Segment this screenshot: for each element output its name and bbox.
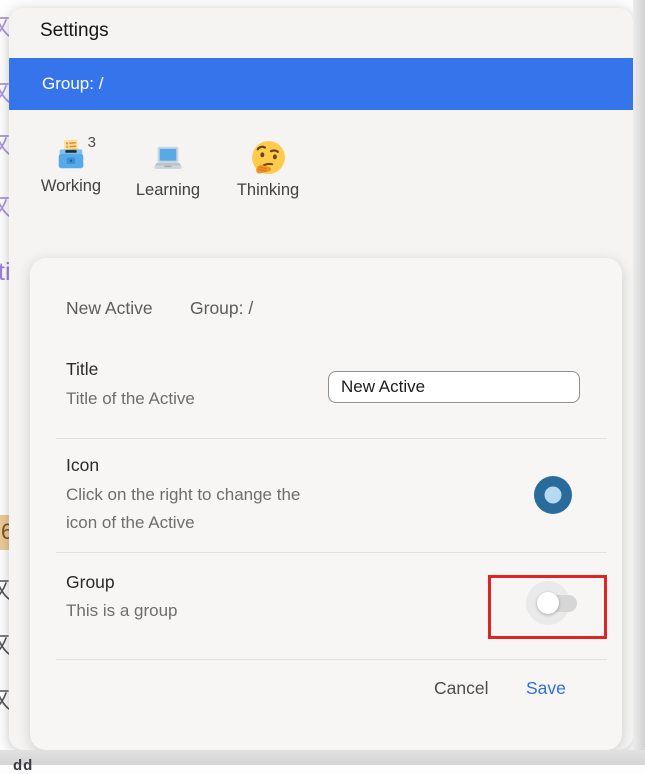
cjk-glyph-icon — [0, 132, 9, 156]
save-button[interactable]: Save — [526, 678, 566, 699]
divider — [56, 552, 607, 553]
cjk-glyph-icon — [0, 632, 9, 656]
ballot-box-emoji-icon: 3 — [54, 134, 96, 172]
cjk-glyph-icon — [0, 80, 9, 104]
radio-button-icon[interactable] — [533, 475, 573, 515]
dialog-title: New Active — [66, 298, 153, 318]
cjk-glyph-icon — [0, 194, 9, 218]
title-field-description: Title of the Active — [66, 389, 195, 408]
edit-active-dialog: New Active Group: / Title Title of the A… — [30, 258, 622, 750]
icon-field-description: Click on the right to change the icon of… — [66, 485, 301, 532]
divider — [56, 659, 607, 660]
red-highlight-annotation — [488, 575, 607, 639]
cjk-glyph-icon — [0, 577, 9, 601]
dimmed-page-bottom — [0, 750, 645, 765]
cjk-glyph-icon — [0, 14, 9, 38]
active-label: Working — [40, 177, 102, 195]
active-item-thinking[interactable]: Thinking — [235, 139, 301, 200]
cancel-button[interactable]: Cancel — [434, 678, 488, 699]
thinking-face-emoji-icon — [250, 139, 287, 176]
cjk-glyph-icon — [0, 687, 9, 711]
laptop-emoji-icon — [151, 142, 185, 176]
title-input[interactable] — [328, 371, 580, 403]
divider — [56, 438, 607, 439]
dimmed-page-edge — [633, 0, 645, 765]
active-item-learning[interactable]: Learning — [135, 142, 201, 200]
settings-panel: Settings Group: / 3 Working Learning Thi… — [9, 8, 633, 750]
group-field-label: Group — [66, 572, 115, 592]
title-field-label: Title — [66, 359, 99, 379]
clipped-bottom-text: dd — [13, 757, 34, 774]
active-item-working[interactable]: 3 Working — [38, 134, 104, 196]
page-title: Settings — [40, 20, 109, 41]
working-count-badge: 3 — [87, 134, 96, 151]
group-field-description: This is a group — [66, 601, 178, 620]
group-bar-label: Group: / — [42, 74, 104, 93]
icon-field-label: Icon — [66, 455, 100, 475]
dialog-group-label: Group: / — [190, 298, 254, 318]
active-label: Learning — [135, 181, 201, 199]
active-label: Thinking — [236, 181, 300, 199]
group-bar[interactable]: Group: / — [9, 58, 633, 110]
